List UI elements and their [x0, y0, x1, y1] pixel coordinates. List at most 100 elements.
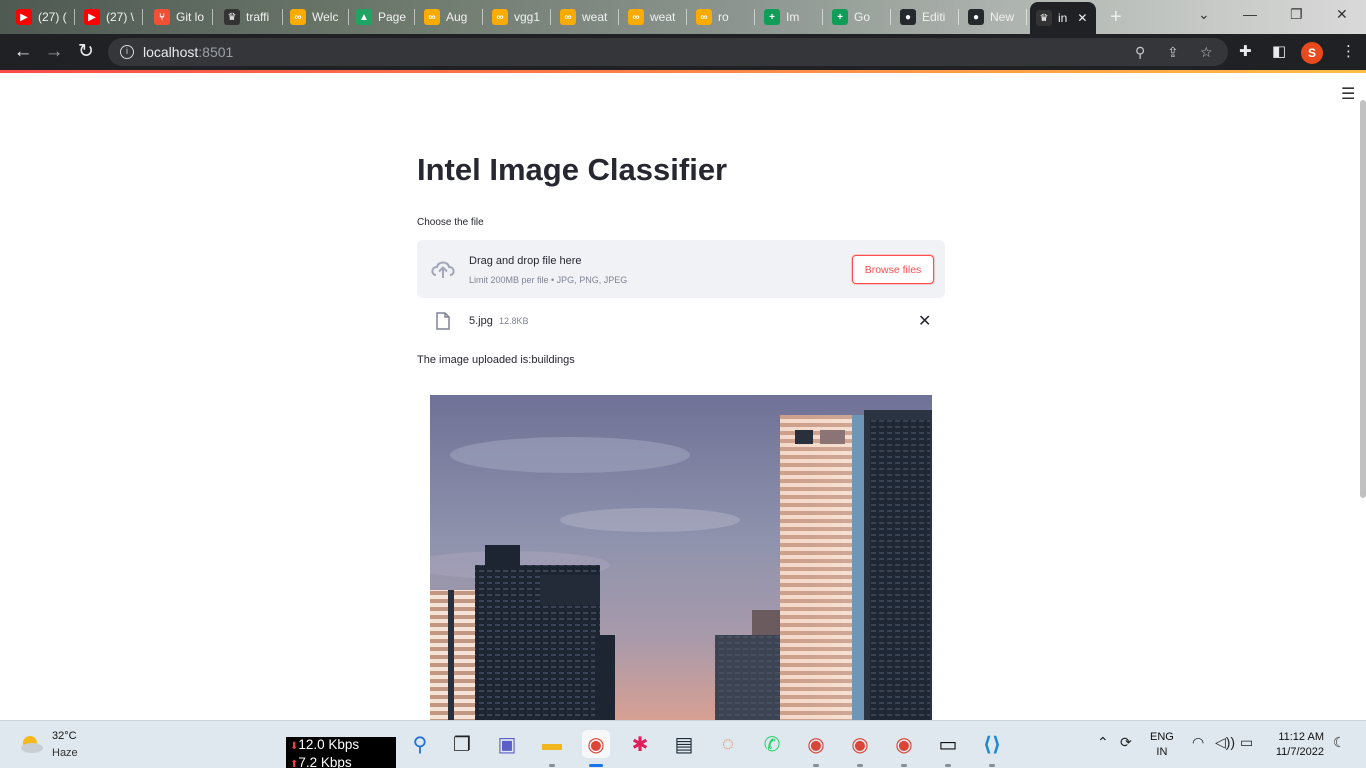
- tab-separator: [348, 9, 349, 25]
- colab-icon: ∞: [560, 9, 576, 25]
- back-icon[interactable]: ←: [12, 41, 34, 63]
- colab-icon: ∞: [492, 9, 508, 25]
- github-icon: ●: [900, 9, 916, 25]
- uploaded-file-name: 5.jpg: [469, 315, 493, 327]
- minimize-icon[interactable]: —: [1243, 6, 1257, 22]
- mysql-app-glyph: ▤: [674, 733, 694, 756]
- tab-separator: [482, 9, 483, 25]
- volume-icon[interactable]: ◁)): [1215, 734, 1235, 751]
- browser-tab[interactable]: + Go: [826, 4, 888, 30]
- file-dropzone[interactable]: Drag and drop file here Limit 200MB per …: [417, 240, 945, 298]
- file-explorer-glyph: ▬: [542, 732, 562, 755]
- browser-tab[interactable]: ♛ traffi: [218, 4, 280, 30]
- upload-speed: 7.2 Kbps: [298, 755, 352, 768]
- close-tab-icon[interactable]: ✕: [1077, 11, 1087, 25]
- page-scrollbar[interactable]: [1360, 100, 1366, 498]
- terminal-app-icon[interactable]: ▭: [934, 730, 962, 758]
- browser-tab-label: Go: [854, 10, 871, 24]
- tab-separator: [142, 9, 143, 25]
- browser-tab[interactable]: ∞ Aug: [418, 4, 480, 30]
- chrome-app-glyph: ◉: [587, 733, 605, 756]
- browser-tab-label: Aug: [446, 10, 468, 24]
- slack-app-icon[interactable]: ✱: [626, 730, 654, 758]
- browser-tab[interactable]: ∞ ro: [690, 4, 752, 30]
- browser-tab-label: in: [1058, 11, 1068, 25]
- language-indicator[interactable]: ENG IN: [1150, 730, 1174, 760]
- weather-haze-icon[interactable]: [18, 733, 44, 757]
- bookmark-star-icon[interactable]: ☆: [1200, 44, 1213, 61]
- browser-tab[interactable]: ▶ (27) \: [78, 4, 140, 30]
- page-title: Intel Image Classifier: [417, 152, 728, 187]
- sheets-icon: +: [832, 9, 848, 25]
- browser-toolbar: ← → ↻ i localhost:8501 ⚲ ⇪ ☆ ✚ ◧ S ⋮: [0, 34, 1366, 70]
- share-icon[interactable]: ⇪: [1167, 44, 1179, 61]
- browser-tab[interactable]: ● New: [962, 4, 1024, 30]
- uploader-label: Choose the file: [417, 217, 484, 228]
- sync-icon[interactable]: ⟳: [1120, 734, 1132, 751]
- task-view-icon[interactable]: ❐: [448, 730, 476, 758]
- browser-tab[interactable]: ▲ Page: [350, 4, 412, 30]
- colab-icon: ∞: [696, 9, 712, 25]
- reload-icon[interactable]: ↻: [75, 41, 97, 63]
- file-explorer-icon[interactable]: ▬: [538, 730, 566, 758]
- clock-date: 11/7/2022: [1275, 746, 1324, 758]
- remove-file-icon[interactable]: ✕: [918, 311, 931, 331]
- address-url[interactable]: localhost:8501: [143, 44, 233, 60]
- browse-files-button[interactable]: Browse files: [852, 255, 934, 284]
- whatsapp-app-icon[interactable]: ✆: [758, 730, 786, 758]
- show-hidden-icons-chevron-icon[interactable]: ⌃: [1097, 734, 1109, 751]
- browser-tab[interactable]: + Im: [758, 4, 820, 30]
- chrome-profile-4-icon[interactable]: ◉: [890, 730, 918, 758]
- browser-tab[interactable]: ▶ (27) (: [10, 4, 72, 30]
- browser-tab[interactable]: ∞ vgg1: [486, 4, 548, 30]
- zoom-icon[interactable]: ⚲: [1135, 44, 1145, 61]
- browser-tab[interactable]: ∞ Welc: [284, 4, 346, 30]
- chrome-menu-icon[interactable]: ⋮: [1341, 42, 1356, 60]
- forward-icon[interactable]: →: [43, 41, 65, 63]
- github-icon: ●: [968, 9, 984, 25]
- browser-tab[interactable]: ∞ weat: [554, 4, 616, 30]
- browser-tab[interactable]: ♛ in ✕: [1030, 2, 1096, 34]
- extensions-icon[interactable]: ✚: [1239, 42, 1252, 60]
- browser-tab[interactable]: ⑂ Git lo: [148, 4, 210, 30]
- chrome-profile-2-icon[interactable]: ◉: [802, 730, 830, 758]
- focus-assist-icon[interactable]: ☾: [1333, 734, 1346, 751]
- chrome-app-icon[interactable]: ◉: [582, 730, 610, 758]
- weather-temperature[interactable]: 32°C: [52, 730, 77, 742]
- search-app-icon[interactable]: ⚲: [406, 730, 434, 758]
- weather-description[interactable]: Haze: [52, 747, 78, 759]
- maximize-icon[interactable]: ❐: [1290, 6, 1303, 23]
- drive-icon: ▲: [356, 9, 372, 25]
- chrome-profile-3-icon[interactable]: ◉: [846, 730, 874, 758]
- address-bar[interactable]: i localhost:8501 ⚲ ⇪ ☆: [108, 38, 1228, 66]
- dropzone-title: Drag and drop file here: [469, 255, 582, 267]
- tab-separator: [212, 9, 213, 25]
- browser-tab[interactable]: ● Editi: [894, 4, 956, 30]
- teams-chat-glyph: ▣: [497, 733, 517, 756]
- system-clock[interactable]: 11:12 AM 11/7/2022: [1268, 730, 1324, 760]
- side-panel-icon[interactable]: ◧: [1272, 42, 1286, 60]
- browser-tab[interactable]: ∞ weat: [622, 4, 684, 30]
- slack-app-glyph: ✱: [631, 733, 649, 756]
- browser-tab-label: traffi: [246, 10, 270, 24]
- windows-taskbar: 32°C Haze ⬇12.0 Kbps ⬆7.2 Kbps ⌃ ⟳ ENG I…: [0, 720, 1366, 768]
- jupyter-app-icon[interactable]: ◌: [714, 730, 742, 758]
- site-info-icon[interactable]: i: [120, 45, 134, 59]
- tab-search-chevron-icon[interactable]: ⌄: [1198, 6, 1210, 23]
- wifi-icon[interactable]: ◠: [1192, 734, 1204, 751]
- colab-icon: ∞: [290, 9, 306, 25]
- profile-avatar[interactable]: S: [1301, 42, 1323, 64]
- chrome-profile-4-glyph: ◉: [895, 733, 913, 756]
- teams-chat-icon[interactable]: ▣: [493, 730, 521, 758]
- browser-tab-label: Welc: [312, 10, 339, 24]
- browser-tab-label: vgg1: [514, 10, 541, 24]
- vscode-app-icon[interactable]: ⟨⟩: [978, 730, 1006, 758]
- app-menu-icon[interactable]: ☰: [1341, 84, 1355, 104]
- prediction-result: The image uploaded is:buildings: [417, 354, 575, 366]
- battery-icon[interactable]: ▭: [1240, 734, 1253, 751]
- new-tab-icon[interactable]: +: [1110, 6, 1122, 29]
- uploaded-file-size: 12.8KB: [499, 316, 529, 326]
- running-indicator: [589, 764, 603, 767]
- close-window-icon[interactable]: ✕: [1336, 6, 1348, 23]
- mysql-app-icon[interactable]: ▤: [670, 730, 698, 758]
